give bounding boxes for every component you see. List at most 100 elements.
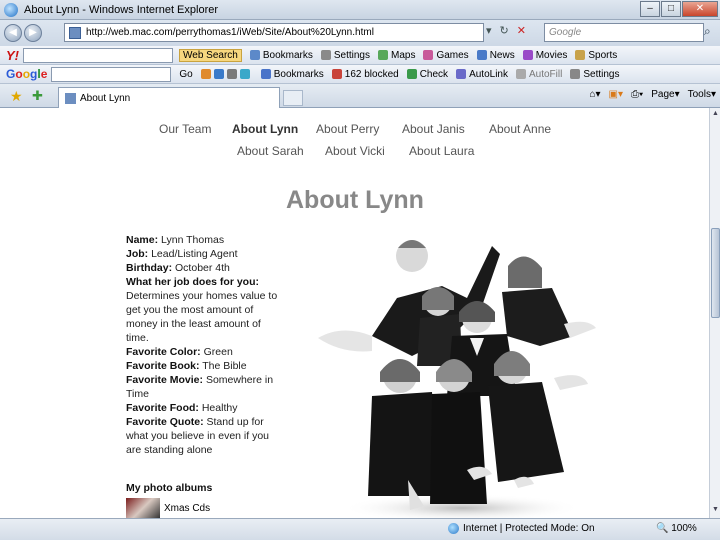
yahoo-games-label: Games xyxy=(436,49,469,61)
zoom-level[interactable]: 🔍 100% xyxy=(656,523,697,534)
minimize-button[interactable]: – xyxy=(640,1,660,17)
autofill[interactable]: AutoFill xyxy=(515,68,563,80)
name-value: Lynn Thomas xyxy=(161,234,225,246)
google-bookmarks[interactable]: Bookmarks xyxy=(260,69,324,80)
yahoo-maps[interactable]: Maps xyxy=(378,50,415,61)
tab-about-lynn[interactable]: About Lynn xyxy=(58,87,280,108)
popup-blocked-icon xyxy=(331,69,342,79)
back-button[interactable]: ◀ xyxy=(4,24,22,42)
vertical-scrollbar[interactable]: ▲ ▼ xyxy=(709,108,720,518)
feeds-icon[interactable]: ▣▾ xyxy=(609,89,623,100)
web-search-button[interactable]: Web Search xyxy=(179,48,242,62)
print-icon[interactable]: ⎙▾ xyxy=(631,89,643,100)
yahoo-search-input[interactable] xyxy=(23,47,173,63)
nav-about-lynn[interactable]: About Lynn xyxy=(232,122,298,136)
add-favorites-icon[interactable]: ✚ xyxy=(32,88,43,104)
page-title: About Lynn xyxy=(286,186,424,214)
settings-icon xyxy=(320,50,331,60)
nav-about-vicki[interactable]: About Vicki xyxy=(325,144,385,158)
autofill-label: AutoFill xyxy=(528,68,563,80)
album-label[interactable]: Xmas Cds xyxy=(164,503,210,514)
globe-icon xyxy=(448,523,459,534)
search-input[interactable]: Google xyxy=(544,23,704,42)
yahoo-bookmarks-label: Bookmarks xyxy=(262,49,313,61)
page-menu[interactable]: Page▾ xyxy=(651,89,679,100)
food-label: Favorite Food: xyxy=(126,402,199,414)
scroll-up-icon[interactable]: ▲ xyxy=(711,110,720,120)
bio-block: Name: Lynn Thomas Job: Lead/Listing Agen… xyxy=(126,233,278,457)
yahoo-games[interactable]: Games xyxy=(423,49,469,61)
food-value: Healthy xyxy=(201,402,238,414)
autolink-label: AutoLink xyxy=(469,68,508,80)
rss-icon[interactable] xyxy=(200,69,211,79)
yahoo-bookmarks[interactable]: Bookmarks xyxy=(249,49,313,61)
wrench-icon xyxy=(570,69,581,79)
spell-check[interactable]: Check xyxy=(406,68,449,80)
autolink[interactable]: AutoLink xyxy=(456,69,508,80)
scrollbar-thumb[interactable] xyxy=(711,228,720,318)
games-icon xyxy=(423,50,434,60)
yahoo-sports[interactable]: Sports xyxy=(575,50,617,61)
nav-our-team[interactable]: Our Team xyxy=(159,122,211,136)
nav-about-sarah[interactable]: About Sarah xyxy=(237,144,304,158)
zoom-icon: 🔍 xyxy=(656,523,669,534)
nav-about-anne[interactable]: About Anne xyxy=(489,122,551,136)
maps-icon xyxy=(378,50,388,60)
gmail-icon[interactable] xyxy=(213,69,224,79)
window-titlebar: About Lynn - Windows Internet Explorer –… xyxy=(0,0,720,20)
security-zone[interactable]: Internet | Protected Mode: On xyxy=(448,523,595,534)
nav-about-laura[interactable]: About Laura xyxy=(409,144,474,158)
google-settings-label: Settings xyxy=(583,68,620,80)
google-logo[interactable]: Google xyxy=(6,67,47,81)
google-tool-icons xyxy=(200,69,253,79)
book-label: Favorite Book: xyxy=(126,360,200,372)
close-button[interactable]: ✕ xyxy=(682,1,718,17)
sidewiki-icon[interactable] xyxy=(239,69,250,79)
address-actions: ▾ ↻ ✕ xyxy=(486,24,526,37)
google-settings[interactable]: Settings xyxy=(570,69,619,80)
new-tab-button[interactable] xyxy=(283,90,303,106)
yahoo-maps-label: Maps xyxy=(391,49,416,61)
home-icon[interactable]: ⌂▾ xyxy=(589,89,600,100)
yahoo-movies[interactable]: Movies xyxy=(522,50,567,61)
albums-heading: My photo albums xyxy=(126,482,213,494)
team-photo xyxy=(318,240,596,518)
maximize-button[interactable]: □ xyxy=(661,1,681,17)
tools-menu[interactable]: Tools▾ xyxy=(688,89,716,100)
page-content: Our Team About Lynn About Perry About Ja… xyxy=(0,108,709,518)
forward-button[interactable]: ▶ xyxy=(24,24,42,42)
job-label: Job: xyxy=(126,248,149,260)
share-icon[interactable] xyxy=(226,69,237,79)
scroll-down-icon[interactable]: ▼ xyxy=(711,506,720,516)
google-toolbar: Google Go Bookmarks 162 blocked Check Au… xyxy=(0,65,720,84)
person-woman-right-front xyxy=(488,351,588,488)
job-value: Lead/Listing Agent xyxy=(151,248,238,260)
yahoo-logo[interactable]: Y! xyxy=(6,48,19,63)
check-label: Check xyxy=(419,68,449,80)
movies-icon xyxy=(522,50,533,60)
google-search-input[interactable] xyxy=(51,66,172,82)
album-xmas-cds[interactable]: Xmas Cds xyxy=(126,498,210,518)
google-go-button[interactable]: Go xyxy=(179,69,192,80)
address-field[interactable]: http://web.mac.com/perrythomas1/iWeb/Sit… xyxy=(64,23,484,42)
album-thumbnail[interactable] xyxy=(126,498,160,518)
birthday-label: Birthday: xyxy=(126,262,173,274)
yahoo-news[interactable]: News xyxy=(476,50,515,61)
stop-icon[interactable]: ✕ xyxy=(517,24,526,37)
zoom-label: 100% xyxy=(671,523,697,534)
dropdown-arrow-icon[interactable]: ▾ xyxy=(486,24,492,37)
refresh-icon[interactable]: ↻ xyxy=(500,24,509,37)
ie-logo-icon xyxy=(4,2,18,17)
nav-about-janis[interactable]: About Janis xyxy=(402,122,465,136)
nav-about-perry[interactable]: About Perry xyxy=(316,122,379,136)
search-icon[interactable]: ⌕ xyxy=(704,24,711,39)
favorites-star-icon[interactable]: ★ xyxy=(10,88,23,105)
page-icon xyxy=(69,26,81,39)
book-value: The Bible xyxy=(202,360,247,372)
autolink-icon xyxy=(456,69,467,79)
popup-blocker[interactable]: 162 blocked xyxy=(331,69,399,80)
yahoo-settings[interactable]: Settings xyxy=(320,50,370,61)
window-title: About Lynn - Windows Internet Explorer xyxy=(24,3,219,16)
zone-label: Internet | Protected Mode: On xyxy=(463,523,595,534)
quote-label: Favorite Quote: xyxy=(126,416,204,428)
